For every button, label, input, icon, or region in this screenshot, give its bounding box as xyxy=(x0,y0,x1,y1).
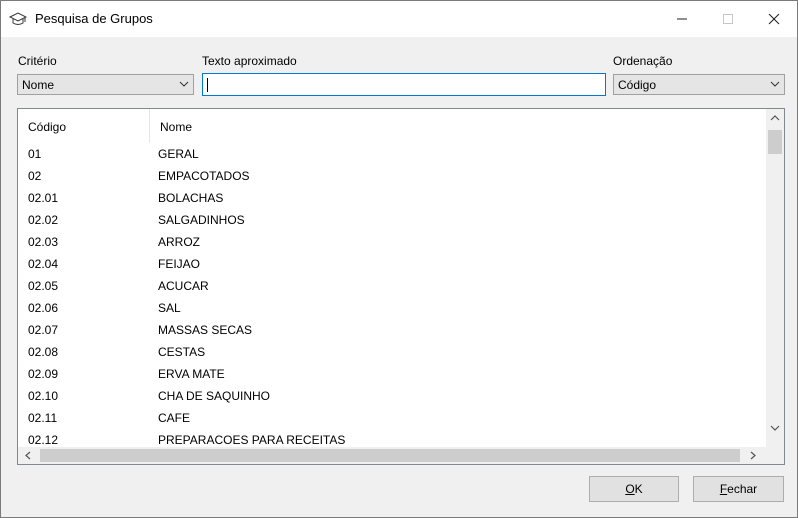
row-code: 02.01 xyxy=(28,191,59,205)
window-title: Pesquisa de Grupos xyxy=(35,11,153,26)
vertical-scroll-thumb[interactable] xyxy=(768,130,782,154)
row-name: ERVA MATE xyxy=(158,367,225,381)
table-row[interactable]: 01 GERAL xyxy=(18,143,764,165)
table-row[interactable]: 02.09 ERVA MATE xyxy=(18,363,764,385)
close-button[interactable] xyxy=(751,1,797,37)
dialog-window: Pesquisa de Grupos Critério Nome Texto a… xyxy=(0,0,798,518)
ok-mnemonic: O xyxy=(625,482,635,496)
groups-table[interactable]: Código Nome 01 GERAL 02 EMPACOTADOS 02.01 BOL… xyxy=(17,108,785,465)
row-code: 02.11 xyxy=(28,411,58,425)
graduation-cap-icon xyxy=(9,12,27,25)
scroll-corner xyxy=(766,447,784,464)
row-name: ARROZ xyxy=(158,235,200,249)
scroll-up-icon[interactable] xyxy=(769,113,781,123)
column-header-codigo[interactable]: Código xyxy=(18,109,150,143)
row-name: GERAL xyxy=(158,147,199,161)
vertical-scrollbar[interactable] xyxy=(766,109,784,448)
criterio-label: Critério xyxy=(18,54,57,68)
table-row[interactable]: 02.11 CAFE xyxy=(18,407,764,429)
row-code: 02.02 xyxy=(28,213,59,227)
row-name: CESTAS xyxy=(158,345,206,359)
horizontal-scrollbar[interactable] xyxy=(18,447,766,464)
scroll-right-icon[interactable] xyxy=(748,450,758,461)
maximize-icon xyxy=(723,14,733,24)
row-code: 02 xyxy=(28,169,42,183)
row-code: 02.10 xyxy=(28,389,59,403)
table-row[interactable]: 02.08 CESTAS xyxy=(18,341,764,363)
scroll-down-icon[interactable] xyxy=(769,423,781,433)
ordenacao-label: Ordenação xyxy=(613,54,673,68)
table-row[interactable]: 02.04 FEIJAO xyxy=(18,253,764,275)
row-code: 02.07 xyxy=(28,323,59,337)
table-row[interactable]: 02.07 MASSAS SECAS xyxy=(18,319,764,341)
text-caret xyxy=(207,78,208,92)
row-name: MASSAS SECAS xyxy=(158,323,253,337)
column-header-nome[interactable]: Nome xyxy=(150,109,760,143)
row-name: SALGADINHOS xyxy=(158,213,245,227)
chevron-down-icon xyxy=(179,81,189,87)
row-code: 02.05 xyxy=(28,279,59,293)
table-row[interactable]: 02.10 CHA DE SAQUINHO xyxy=(18,385,764,407)
ordenacao-value: Código xyxy=(618,78,657,92)
row-name: FEIJAO xyxy=(158,257,201,271)
texto-aproximado-input[interactable] xyxy=(202,73,606,96)
horizontal-scroll-thumb[interactable] xyxy=(40,449,740,462)
criterio-select[interactable]: Nome xyxy=(17,74,194,95)
fechar-label-rest: echar xyxy=(727,482,758,496)
row-name: CAFE xyxy=(158,411,191,425)
title-bar[interactable]: Pesquisa de Grupos xyxy=(1,1,797,37)
row-code: 02.09 xyxy=(28,367,59,381)
table-row[interactable]: 02.12 PREPARACOES PARA RECEITAS xyxy=(18,429,764,449)
row-name: EMPACOTADOS xyxy=(158,169,250,183)
row-code: 02.08 xyxy=(28,345,59,359)
row-code: 01 xyxy=(28,147,42,161)
row-code: 02.04 xyxy=(28,257,59,271)
column-header-label: Nome xyxy=(160,120,193,134)
row-name: BOLACHAS xyxy=(158,191,224,205)
minimize-icon xyxy=(677,18,687,20)
row-name: ACUCAR xyxy=(158,279,209,293)
table-row[interactable]: 02.06 SAL xyxy=(18,297,764,319)
ordenacao-select[interactable]: Código xyxy=(613,74,785,95)
ok-label-rest: K xyxy=(634,482,643,496)
scroll-left-icon[interactable] xyxy=(23,450,33,461)
texto-label: Texto aproximado xyxy=(202,54,297,68)
minimize-button[interactable] xyxy=(659,1,705,37)
row-code: 02.06 xyxy=(28,301,59,315)
table-row[interactable]: 02.01 BOLACHAS xyxy=(18,187,764,209)
ok-button[interactable]: OK xyxy=(589,476,679,502)
row-name: CHA DE SAQUINHO xyxy=(158,389,271,403)
close-icon xyxy=(768,13,780,25)
chevron-down-icon xyxy=(770,81,780,87)
row-code: 02.12 xyxy=(28,433,59,447)
row-name: PREPARACOES PARA RECEITAS xyxy=(158,433,346,447)
table-row[interactable]: 02.02 SALGADINHOS xyxy=(18,209,764,231)
table-row[interactable]: 02 EMPACOTADOS xyxy=(18,165,764,187)
column-header-label: Código xyxy=(28,120,67,134)
row-name: SAL xyxy=(158,301,181,315)
criterio-value: Nome xyxy=(22,78,55,92)
row-code: 02.03 xyxy=(28,235,59,249)
table-body: 01 GERAL 02 EMPACOTADOS 02.01 BOLACHAS 02.02 SA… xyxy=(18,143,764,449)
fechar-button[interactable]: Fechar xyxy=(693,476,784,502)
table-row[interactable]: 02.05 ACUCAR xyxy=(18,275,764,297)
table-row[interactable]: 02.03 ARROZ xyxy=(18,231,764,253)
maximize-button[interactable] xyxy=(705,1,751,37)
